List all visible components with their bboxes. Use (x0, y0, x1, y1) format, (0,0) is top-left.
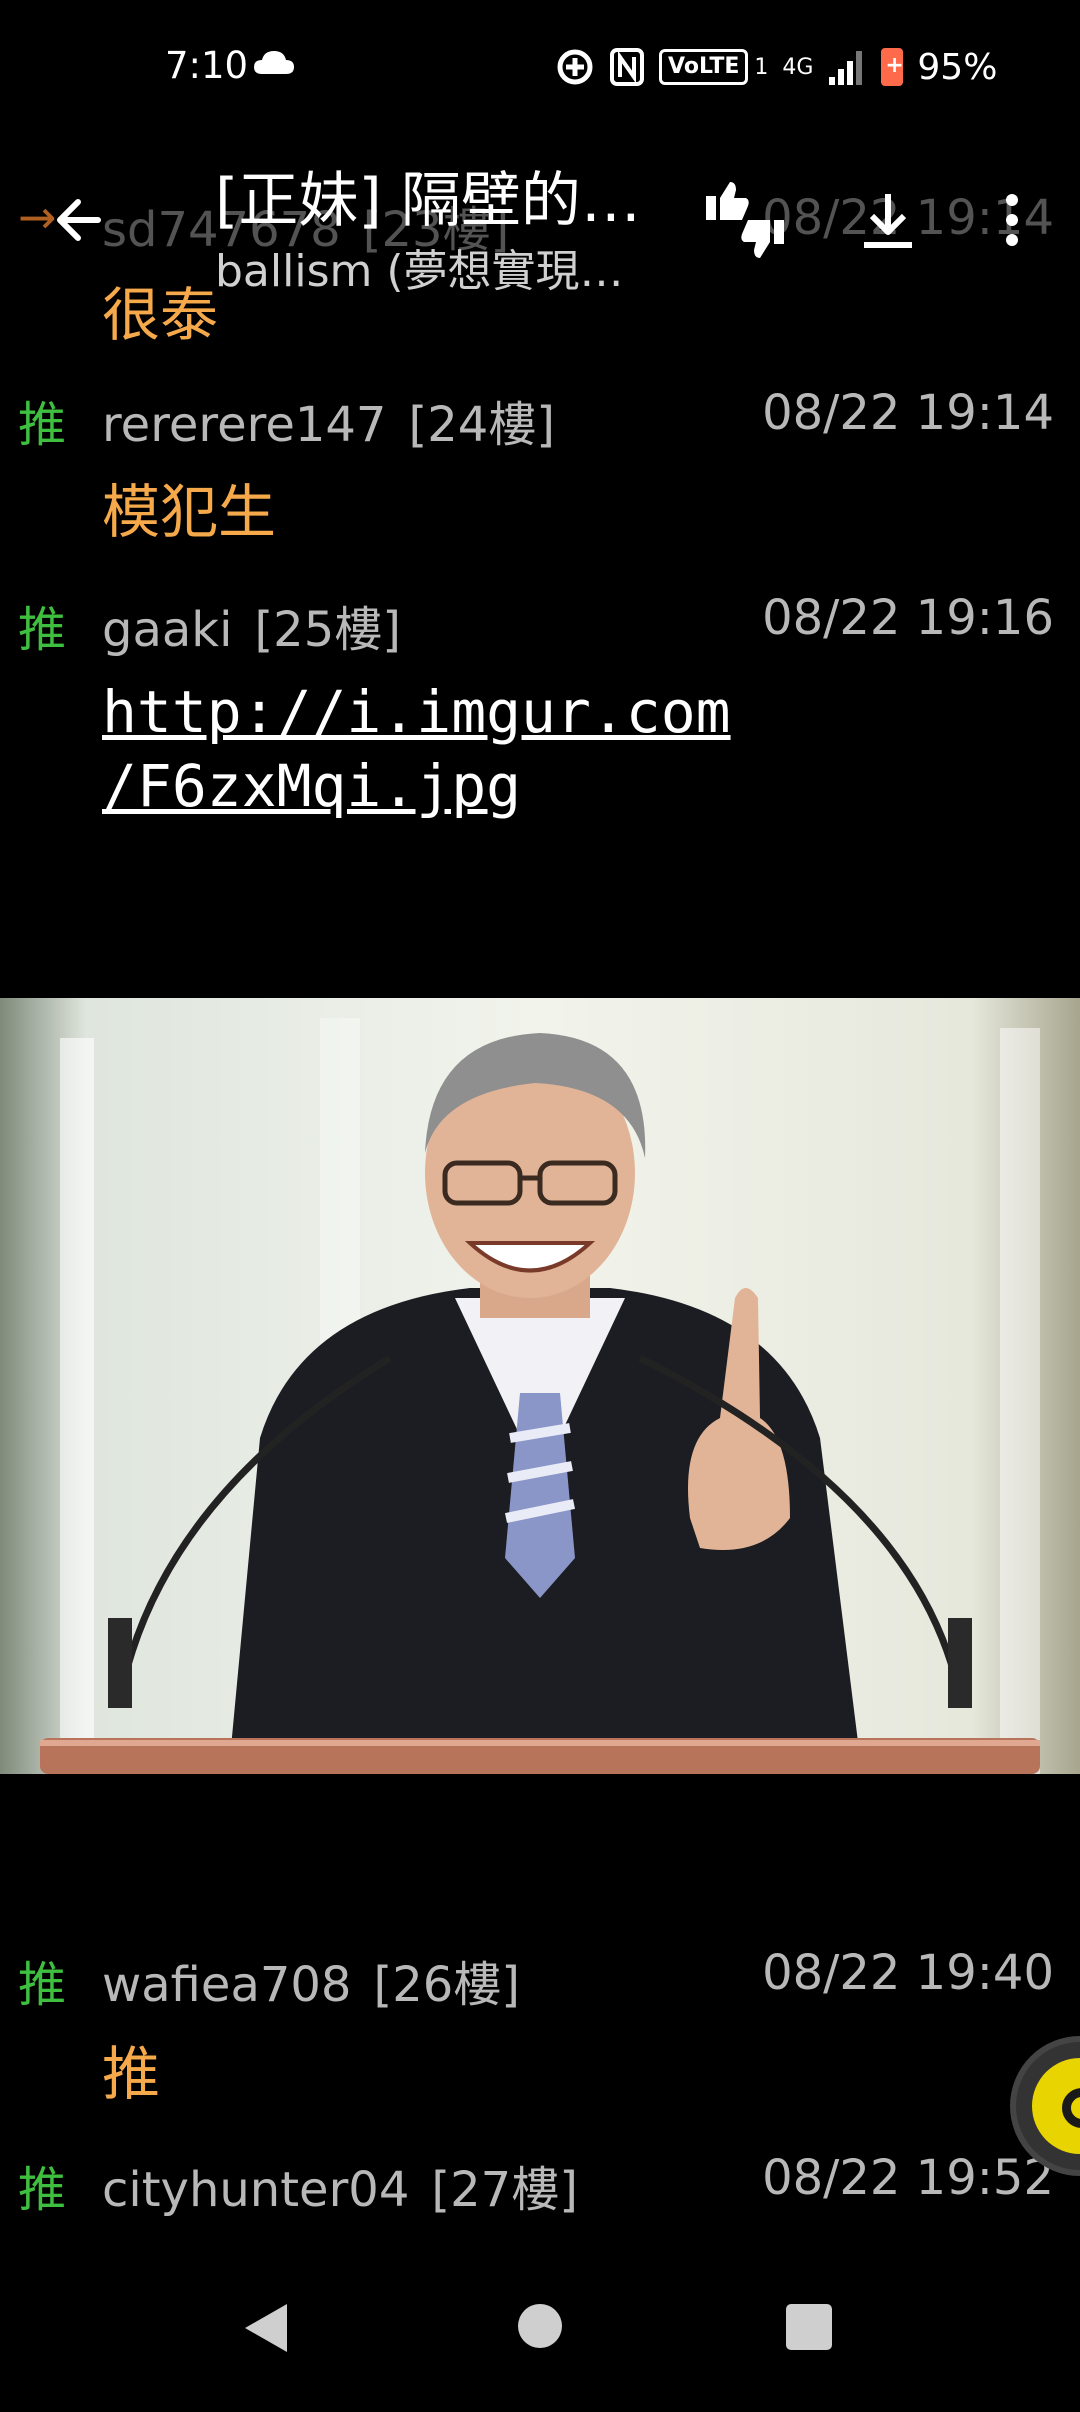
image-preview[interactable] (0, 998, 1080, 1774)
comment-floor: [24樓] (408, 397, 556, 453)
comment-author[interactable]: cityhunter04 [27樓] (102, 2150, 578, 2220)
thumbs-up-down-icon (706, 182, 784, 258)
status-time: 7:10 (165, 44, 249, 87)
nfc-icon (610, 48, 644, 86)
comment-username: cityhunter04 (102, 2162, 410, 2218)
push-tag: 推 (18, 2162, 67, 2218)
status-bar: 7:10 VoLTE 1 4G 95% (0, 0, 1080, 130)
comment-author[interactable]: wafiea708 [26樓] (102, 1945, 520, 2015)
comment-image-link[interactable]: http://i.imgur.com /F6zxMqi.jpg (102, 675, 731, 823)
more-options-button[interactable] (1000, 190, 1024, 250)
download-icon (864, 194, 912, 248)
comment-floor: [27樓] (431, 2162, 578, 2218)
comment-row: 推 wafiea708 [26樓] 08/22 19:40 推 (0, 1945, 1080, 2108)
comment-time: 08/22 19:14 (762, 385, 1054, 441)
comment-author[interactable]: rererere147 [24樓] (102, 385, 555, 455)
comment-author[interactable]: gaaki [25樓] (102, 590, 401, 660)
link-line-1: http://i.imgur.com (102, 678, 731, 746)
battery-percent: 95% (917, 46, 998, 88)
speaker-photo (0, 998, 1080, 1774)
nav-recents-icon[interactable] (786, 2304, 832, 2350)
battery-icon (881, 48, 904, 86)
fab-check-icon (1032, 2058, 1080, 2154)
sim-slot: 1 (754, 54, 769, 80)
push-tag: 推 (18, 602, 67, 658)
comment-time: 08/22 19:16 (762, 590, 1054, 646)
comment-row: 推 rererere147 [24樓] 08/22 19:14 模犯生 (0, 385, 1080, 546)
network-type: 4G (782, 54, 814, 80)
more-vert-icon (1006, 194, 1018, 246)
comment-time: 08/22 19:52 (762, 2150, 1054, 2206)
comment-time: 08/22 19:40 (762, 1945, 1054, 2001)
push-tag: 推 (18, 397, 67, 453)
link-line-2: /F6zxMqi.jpg (102, 752, 522, 820)
back-button[interactable] (50, 190, 110, 250)
nav-home-icon[interactable] (518, 2304, 562, 2348)
volte-badge: VoLTE (659, 49, 749, 85)
post-title: [正妹] 隔壁的… (215, 166, 641, 236)
comment-row: 推 gaaki [25樓] 08/22 19:16 http://i.imgur.… (0, 590, 1080, 820)
push-tag: 推 (18, 1957, 67, 2013)
cloud-icon (254, 51, 294, 74)
system-nav-bar (0, 2250, 1080, 2412)
comment-row: 推 cityhunter04[27樓] 08/22 19:52 便服比較好看 (0, 2150, 1080, 2260)
comment-username: gaaki (102, 602, 233, 658)
back-arrow-icon (57, 199, 101, 241)
rate-button[interactable] (700, 180, 790, 260)
download-button[interactable] (862, 190, 914, 250)
data-saver-icon (557, 49, 593, 85)
nav-back-icon[interactable] (245, 2304, 287, 2352)
comment-username: wafiea708 (102, 1957, 352, 2013)
comment-floor: [25樓] (254, 602, 401, 658)
comment-text: 模犯生 (102, 478, 277, 546)
ptt-post-comments-screen: → sd747678 [23樓] 08/22 19:14 很泰 推 rererer… (0, 0, 1080, 2412)
status-icons: VoLTE 1 4G 95% (555, 44, 997, 90)
post-author-subtitle: ballism (夢想實現… (215, 246, 624, 297)
comment-username: rererere147 (102, 397, 387, 453)
comment-floor: [26樓] (373, 1957, 521, 2013)
comment-text: 推 (102, 2040, 161, 2108)
signal-icon (829, 51, 863, 85)
